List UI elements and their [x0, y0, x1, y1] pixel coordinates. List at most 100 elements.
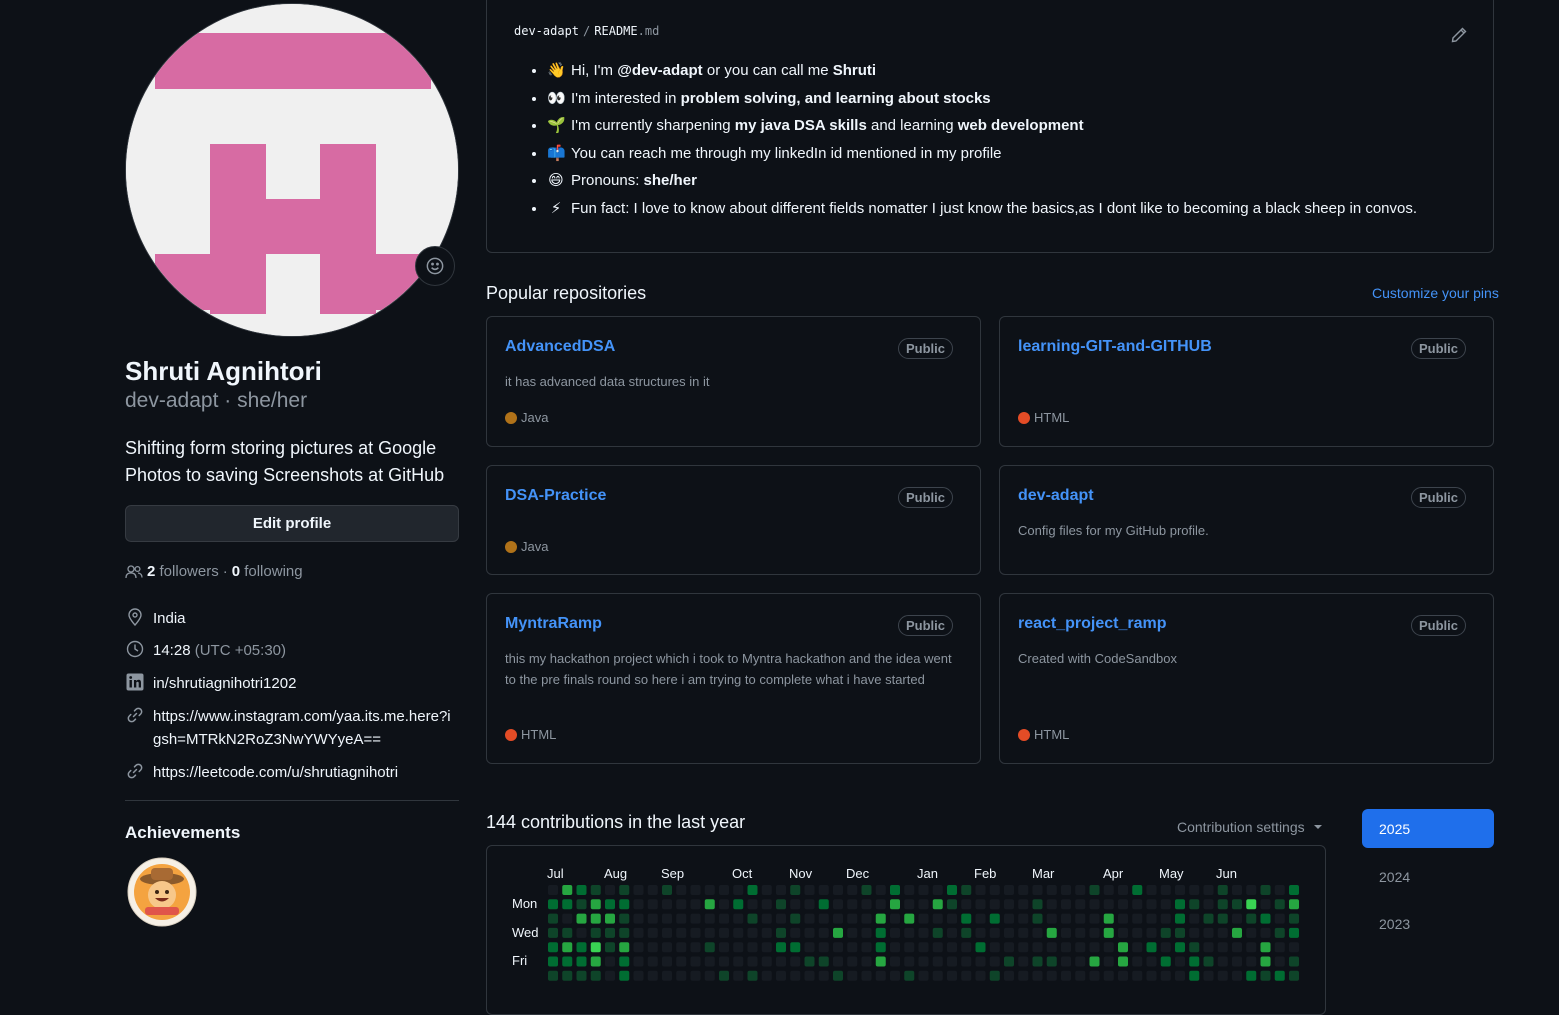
contribution-day[interactable] [804, 956, 815, 967]
contribution-day[interactable] [1274, 927, 1285, 938]
contribution-day[interactable] [747, 970, 758, 981]
contribution-day[interactable] [747, 942, 758, 953]
contribution-day[interactable] [619, 956, 630, 967]
contribution-day[interactable] [1289, 927, 1299, 938]
contribution-day[interactable] [947, 913, 957, 924]
contribution-day[interactable] [1246, 885, 1257, 895]
contribution-day[interactable] [704, 927, 715, 938]
contribution-day[interactable] [1018, 970, 1029, 981]
edit-readme-button[interactable] [1451, 27, 1467, 48]
contribution-day[interactable] [1217, 927, 1228, 938]
contribution-day[interactable] [576, 899, 587, 910]
contribution-day[interactable] [1018, 899, 1029, 910]
contribution-day[interactable] [989, 913, 1000, 924]
contribution-day[interactable] [1232, 885, 1242, 895]
contribution-day[interactable] [1004, 885, 1014, 895]
contribution-day[interactable] [633, 927, 644, 938]
contribution-day[interactable] [1118, 899, 1128, 910]
contribution-day[interactable] [875, 927, 886, 938]
customize-pins-link[interactable]: Customize your pins [1372, 285, 1499, 301]
contribution-day[interactable] [1203, 885, 1214, 895]
contribution-day[interactable] [1118, 913, 1128, 924]
contribution-day[interactable] [804, 927, 815, 938]
contribution-day[interactable] [1232, 970, 1242, 981]
contribution-day[interactable] [1203, 956, 1214, 967]
contribution-day[interactable] [562, 899, 573, 910]
contribution-day[interactable] [1289, 913, 1299, 924]
contribution-day[interactable] [1075, 970, 1086, 981]
contribution-day[interactable] [932, 885, 943, 895]
contribution-day[interactable] [890, 913, 900, 924]
contribution-day[interactable] [1260, 885, 1271, 895]
contribution-day[interactable] [704, 899, 715, 910]
contribution-day[interactable] [1018, 927, 1029, 938]
set-status-button[interactable] [415, 246, 455, 286]
contribution-day[interactable] [833, 913, 843, 924]
contribution-day[interactable] [1289, 885, 1299, 895]
contribution-day[interactable] [1274, 899, 1285, 910]
contribution-day[interactable] [576, 970, 587, 981]
contribution-day[interactable] [1289, 956, 1299, 967]
contribution-day[interactable] [676, 956, 687, 967]
contribution-day[interactable] [1289, 899, 1299, 910]
contribution-day[interactable] [1160, 899, 1171, 910]
contribution-day[interactable] [1032, 913, 1043, 924]
contribution-day[interactable] [989, 942, 1000, 953]
contribution-day[interactable] [690, 885, 701, 895]
contribution-day[interactable] [818, 942, 829, 953]
contribution-day[interactable] [961, 913, 972, 924]
contribution-day[interactable] [590, 927, 601, 938]
contribution-day[interactable] [562, 942, 573, 953]
contribution-day[interactable] [605, 956, 615, 967]
contribution-day[interactable] [1175, 885, 1185, 895]
contribution-day[interactable] [590, 899, 601, 910]
contribution-day[interactable] [1160, 956, 1171, 967]
contribution-day[interactable] [733, 899, 744, 910]
contribution-day[interactable] [1189, 970, 1200, 981]
contribution-day[interactable] [875, 942, 886, 953]
contribution-day[interactable] [761, 913, 772, 924]
contribution-day[interactable] [847, 913, 858, 924]
contribution-day[interactable] [833, 942, 843, 953]
contribution-day[interactable] [676, 885, 687, 895]
contribution-day[interactable] [875, 913, 886, 924]
contribution-day[interactable] [1132, 899, 1143, 910]
contribution-day[interactable] [804, 899, 815, 910]
contribution-day[interactable] [975, 927, 986, 938]
contribution-day[interactable] [1103, 942, 1114, 953]
contribution-day[interactable] [690, 913, 701, 924]
contribution-day[interactable] [1232, 899, 1242, 910]
repo-name-link[interactable]: dev-adapt [1018, 487, 1094, 505]
contribution-day[interactable] [1061, 927, 1071, 938]
contribution-day[interactable] [847, 970, 858, 981]
contribution-day[interactable] [562, 927, 573, 938]
contribution-day[interactable] [1032, 970, 1043, 981]
contribution-day[interactable] [562, 885, 573, 895]
contribution-day[interactable] [1018, 885, 1029, 895]
contribution-day[interactable] [1004, 970, 1014, 981]
contribution-day[interactable] [833, 956, 843, 967]
contribution-day[interactable] [961, 899, 972, 910]
contribution-day[interactable] [1232, 942, 1242, 953]
contribution-day[interactable] [904, 956, 915, 967]
contribution-day[interactable] [918, 956, 929, 967]
contribution-day[interactable] [719, 899, 729, 910]
contribution-day[interactable] [1246, 913, 1257, 924]
contribution-day[interactable] [776, 885, 786, 895]
repo-name-link[interactable]: react_project_ramp [1018, 615, 1167, 633]
contribution-day[interactable] [818, 956, 829, 967]
contribution-day[interactable] [590, 970, 601, 981]
contribution-day[interactable] [1046, 913, 1057, 924]
contribution-day[interactable] [861, 956, 872, 967]
contribution-day[interactable] [1089, 913, 1100, 924]
contribution-day[interactable] [662, 885, 672, 895]
contribution-day[interactable] [1203, 927, 1214, 938]
contribution-day[interactable] [719, 885, 729, 895]
contribution-day[interactable] [975, 970, 986, 981]
contribution-day[interactable] [1032, 899, 1043, 910]
contribution-day[interactable] [1103, 913, 1114, 924]
contribution-day[interactable] [647, 970, 658, 981]
contribution-day[interactable] [1018, 913, 1029, 924]
contribution-day[interactable] [932, 927, 943, 938]
contribution-day[interactable] [989, 899, 1000, 910]
